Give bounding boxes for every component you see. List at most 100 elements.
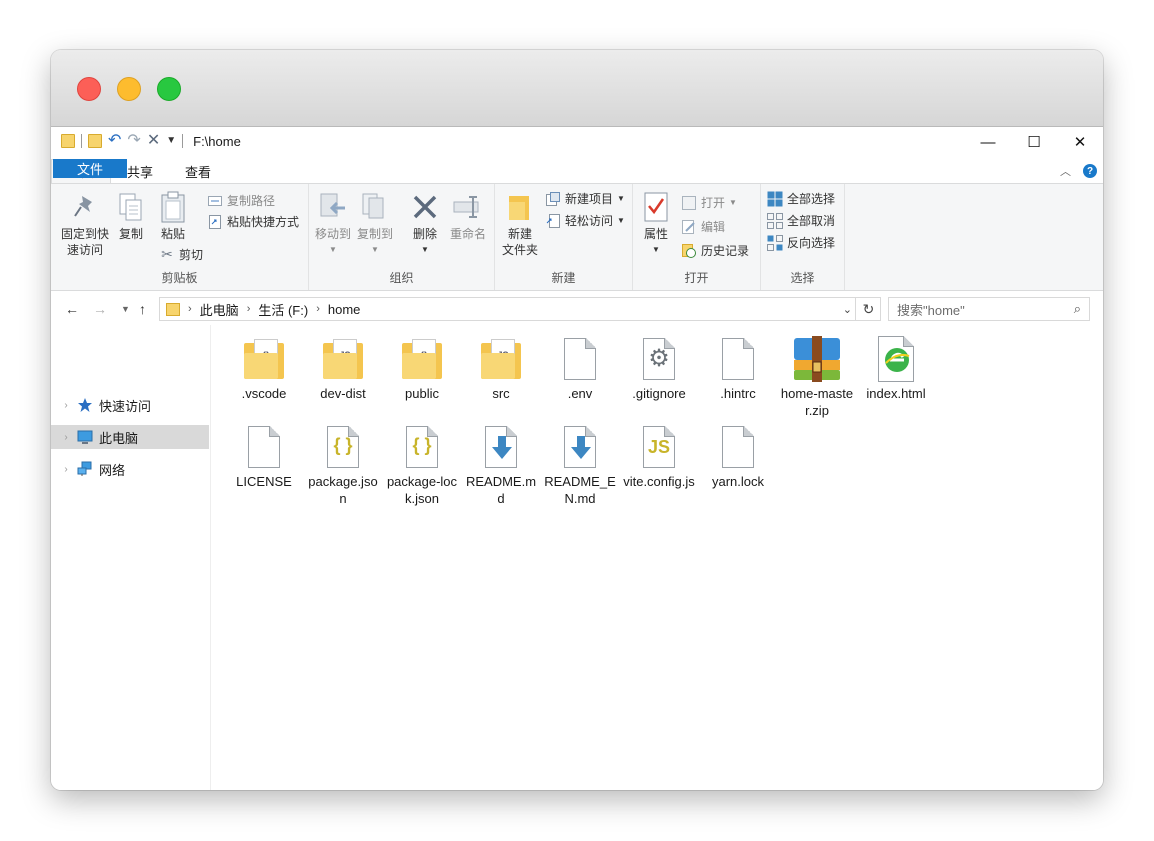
new-item-button[interactable]: 新建项目 ▼ [545, 190, 625, 207]
file-item-gitignore[interactable]: ⚙ .gitignore [622, 335, 696, 402]
nav-item-label: 网络 [99, 462, 126, 478]
redo-icon[interactable]: ↷ [127, 133, 140, 149]
pin-quick-access-button[interactable]: 固定到快 速访问 [59, 190, 111, 258]
move-to-button[interactable]: 移动到 ▼ [313, 190, 353, 258]
file-item-public[interactable]: {} public [385, 335, 459, 402]
copy-to-button[interactable]: 复制到 ▼ [355, 190, 395, 258]
breadcrumb-home[interactable]: home [328, 302, 361, 317]
open-button[interactable]: 打开 ▼ [681, 194, 737, 211]
rename-button[interactable]: 重命名 [445, 190, 491, 242]
paste-shortcut-icon [207, 214, 223, 230]
open-group: 属性 ▼ 打开 ▼ 编辑 历史记录 打开 [633, 184, 761, 290]
rename-icon [451, 190, 485, 224]
folder-icon: {} [236, 335, 292, 383]
invert-selection-button[interactable]: 反向选择 [767, 234, 835, 251]
file-item-env[interactable]: .env [543, 335, 617, 402]
recent-locations-icon[interactable]: ▼ [121, 304, 130, 314]
new-folder-icon [503, 190, 537, 224]
breadcrumb-this-pc[interactable]: 此电脑 [200, 300, 239, 319]
document-icon [710, 335, 766, 383]
json-file-icon: { } [394, 423, 450, 471]
file-item-license[interactable]: LICENSE [227, 423, 301, 490]
select-none-button[interactable]: 全部取消 [767, 212, 835, 229]
scissors-icon: ✂ [161, 246, 173, 262]
network-icon [77, 461, 93, 477]
file-name: src [492, 386, 510, 401]
tab-file[interactable]: 文件 [53, 159, 127, 178]
file-item-readme[interactable]: README.md [464, 423, 538, 507]
zoom-window-button[interactable] [157, 77, 181, 101]
help-icon[interactable]: ? [1083, 164, 1097, 178]
up-arrow-icon[interactable]: ↑ [139, 301, 146, 317]
folder-icon [61, 134, 75, 148]
back-arrow-icon[interactable]: ← [65, 301, 79, 317]
chevron-right-icon[interactable]: › [55, 432, 77, 443]
new-folder-button[interactable]: 新建 文件夹 [499, 190, 541, 258]
tab-view[interactable]: 查看 [169, 159, 227, 183]
collapse-ribbon-icon[interactable]: ︿ [1060, 163, 1071, 179]
properties-label: 属性 [643, 227, 668, 241]
file-item-index-html[interactable]: index.html [859, 335, 933, 402]
file-item-yarn-lock[interactable]: yarn.lock [701, 423, 775, 490]
copy-to-icon [358, 190, 392, 224]
nav-item-label: 此电脑 [99, 430, 139, 446]
quick-access-toolbar: ↶ ↷ ✕ ▼ F:\home [61, 133, 241, 149]
chevron-right-icon[interactable]: › [247, 303, 251, 315]
file-item-vite-config[interactable]: JS vite.config.js [622, 423, 696, 490]
file-name: package-lock.json [386, 474, 458, 506]
history-button[interactable]: 历史记录 [681, 242, 749, 259]
new-item-label: 新建项目 [565, 192, 614, 206]
paste-button[interactable]: 粘贴 [155, 190, 191, 242]
nav-item-quick-access[interactable]: › 快速访问 [51, 393, 209, 417]
copy-path-button[interactable]: 复制路径 [207, 192, 275, 209]
nav-item-this-pc[interactable]: › 此电脑 [51, 425, 209, 449]
customize-toolbar-icon[interactable]: ▼ [166, 133, 176, 149]
nav-item-network[interactable]: › 网络 [51, 457, 209, 481]
paste-shortcut-button[interactable]: 粘贴快捷方式 [207, 213, 299, 230]
file-item-hintrc[interactable]: .hintrc [701, 335, 775, 402]
select-all-button[interactable]: 全部选择 [767, 190, 835, 207]
chevron-right-icon[interactable]: › [316, 303, 320, 315]
minimize-icon[interactable]: — [965, 127, 1011, 157]
file-item-vscode[interactable]: {} .vscode [227, 335, 301, 402]
file-item-dev-dist[interactable]: JS dev-dist [306, 335, 380, 402]
select-all-label: 全部选择 [787, 192, 836, 206]
file-item-zip[interactable]: home-master.zip [780, 335, 854, 419]
file-name: LICENSE [236, 474, 292, 489]
copy-path-label: 复制路径 [227, 194, 276, 208]
move-to-icon [316, 190, 350, 224]
edit-button[interactable]: 编辑 [681, 218, 725, 235]
copy-button[interactable]: 复制 [113, 190, 149, 242]
undo-icon[interactable]: ↶ [108, 133, 121, 149]
chevron-right-icon[interactable]: › [55, 464, 77, 475]
organize-group: 移动到 ▼ 复制到 ▼ 删除 ▼ 重命名 组织 [309, 184, 495, 290]
cut-button[interactable]: ✂ 剪切 [159, 246, 203, 263]
delete-icon[interactable]: ✕ [147, 133, 160, 149]
forward-arrow-icon[interactable]: → [93, 301, 107, 317]
properties-button[interactable]: 属性 ▼ [637, 190, 675, 258]
navigation-pane: › 快速访问 › 此电脑 › 网络 [51, 325, 211, 790]
file-item-readme-en[interactable]: README_EN.md [543, 423, 617, 507]
close-window-button[interactable] [77, 77, 101, 101]
file-name: .gitignore [632, 386, 686, 401]
search-input[interactable]: 搜索"home" ⌕ [888, 297, 1090, 321]
delete-button[interactable]: 删除 ▼ [407, 190, 443, 258]
breadcrumb-drive[interactable]: 生活 (F:) [258, 300, 308, 319]
easy-access-button[interactable]: 轻松访问 ▼ [545, 212, 625, 229]
file-item-package-json[interactable]: { } package.json [306, 423, 380, 507]
file-explorer: ↶ ↷ ✕ ▼ F:\home — ☐ ✕ 文件 主页 共享 查看 ︿ ? [51, 127, 1103, 790]
refresh-icon[interactable]: ↻ [855, 297, 881, 321]
close-icon[interactable]: ✕ [1057, 127, 1103, 157]
minimize-window-button[interactable] [117, 77, 141, 101]
js-file-icon: JS [631, 423, 687, 471]
file-item-src[interactable]: JS src [464, 335, 538, 402]
properties-icon [639, 190, 673, 224]
maximize-icon[interactable]: ☐ [1011, 127, 1057, 157]
chevron-right-icon[interactable]: › [188, 303, 192, 315]
address-bar[interactable]: › 此电脑 › 生活 (F:) › home ⌄ [159, 297, 881, 321]
markdown-file-icon [552, 423, 608, 471]
gear-icon: ⚙ [631, 335, 687, 383]
file-item-package-lock-json[interactable]: { } package-lock.json [385, 423, 459, 507]
chevron-right-icon[interactable]: › [55, 400, 77, 411]
new-folder-icon[interactable] [88, 134, 102, 148]
